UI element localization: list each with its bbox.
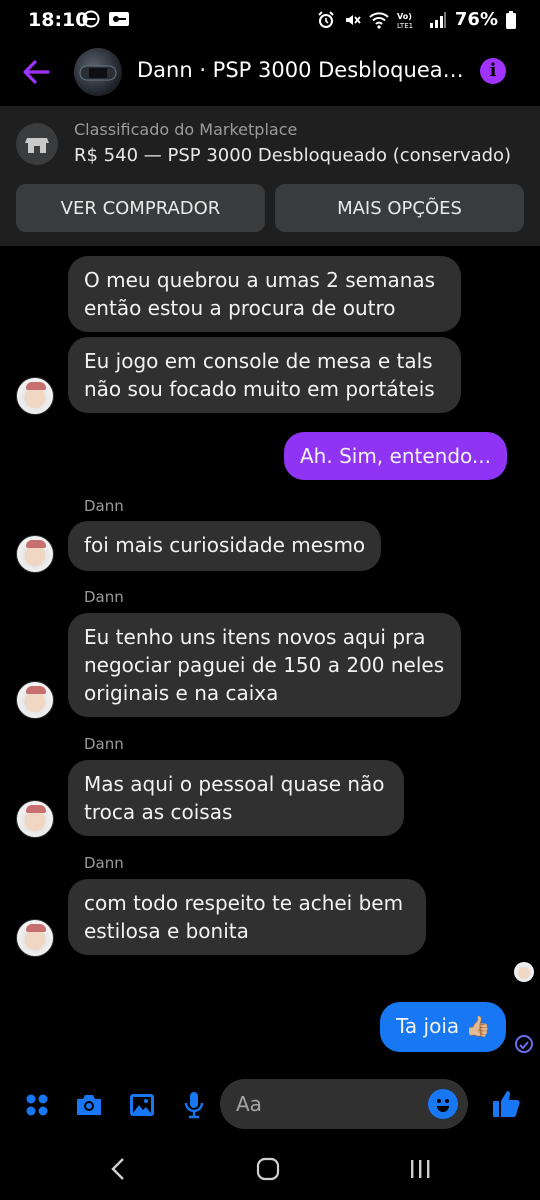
delivered-check-icon xyxy=(515,1035,533,1053)
marketplace-panel: Classificado do Marketplace R$ 540 — PSP… xyxy=(0,106,540,246)
message-bubble[interactable]: Mas aqui o pessoal quase não troca as co… xyxy=(68,760,404,836)
status-left-icons xyxy=(82,10,130,28)
sender-name: Dann xyxy=(84,735,124,753)
back-arrow-icon[interactable] xyxy=(20,56,52,88)
like-thumbs-up-icon[interactable] xyxy=(490,1088,522,1120)
marketplace-label: Classificado do Marketplace xyxy=(74,120,298,139)
conversation-title[interactable]: Dann · PSP 3000 Desbloqueado (conservado… xyxy=(137,58,467,82)
contact-avatar[interactable] xyxy=(74,48,122,96)
marketplace-store-icon xyxy=(16,123,58,165)
wifi-icon xyxy=(369,11,389,29)
seen-receipt-avatar xyxy=(514,962,534,982)
message-bubble-outgoing[interactable]: Ah. Sim, entendo... xyxy=(284,432,507,480)
message-bubble[interactable]: com todo respeito te achei bem estilosa … xyxy=(68,879,426,955)
view-buyer-button[interactable]: VER COMPRADOR xyxy=(16,184,265,232)
alarm-icon xyxy=(318,10,334,28)
mute-icon xyxy=(345,14,361,25)
sender-name: Dann xyxy=(84,497,124,515)
chat-header: Dann · PSP 3000 Desbloqueado (conservado… xyxy=(0,40,540,106)
nav-recents-icon[interactable] xyxy=(408,1157,432,1181)
message-bubble[interactable]: foi mais curiosidade mesmo xyxy=(68,521,382,571)
nav-home-icon[interactable] xyxy=(256,1157,280,1181)
listing-title[interactable]: R$ 540 — PSP 3000 Desbloqueado (conserva… xyxy=(74,145,511,166)
more-options-button[interactable]: MAIS OPÇÕES xyxy=(275,184,524,232)
psp-thumbnail-icon xyxy=(79,65,117,81)
dann-avatar[interactable] xyxy=(16,535,54,573)
sender-name: Dann xyxy=(84,854,124,872)
message-bubble[interactable]: O meu quebrou a umas 2 semanas então est… xyxy=(68,256,461,332)
camera-icon[interactable] xyxy=(74,1090,104,1120)
do-not-disturb-icon xyxy=(82,10,100,28)
battery-icon xyxy=(506,10,516,29)
emoji-icon[interactable] xyxy=(428,1089,458,1119)
apps-menu-icon[interactable] xyxy=(22,1090,52,1120)
message-input[interactable] xyxy=(236,1089,426,1119)
svg-text:LTE1: LTE1 xyxy=(397,22,413,29)
status-bar: 18:10 Vo) LTE1 76% xyxy=(0,0,540,40)
dann-avatar[interactable] xyxy=(16,919,54,957)
signal-icon xyxy=(429,11,446,28)
message-bubble[interactable]: Eu tenho uns itens novos aqui pra negoci… xyxy=(68,613,461,717)
battery-percent: 76% xyxy=(454,9,498,30)
dann-avatar[interactable] xyxy=(16,681,54,719)
system-navigation-bar xyxy=(0,1140,540,1200)
gallery-icon[interactable] xyxy=(127,1090,157,1120)
message-bubble[interactable]: Eu jogo em console de mesa e tals não so… xyxy=(68,337,461,413)
info-icon[interactable]: i xyxy=(480,58,506,84)
dann-avatar[interactable] xyxy=(16,377,54,415)
message-composer xyxy=(0,1076,540,1132)
message-input-container[interactable] xyxy=(220,1079,468,1129)
sender-name: Dann xyxy=(84,588,124,606)
status-time: 18:10 xyxy=(28,9,89,31)
dann-avatar[interactable] xyxy=(16,800,54,838)
svg-text:Vo): Vo) xyxy=(397,12,412,21)
message-bubble-outgoing[interactable]: Ta joia 👍🏼 xyxy=(380,1002,507,1052)
status-right: Vo) LTE1 76% xyxy=(317,9,516,30)
volte-icon: Vo) LTE1 xyxy=(397,12,413,29)
nav-back-icon[interactable] xyxy=(108,1157,128,1181)
key-icon xyxy=(109,12,129,26)
microphone-icon[interactable] xyxy=(179,1090,209,1120)
